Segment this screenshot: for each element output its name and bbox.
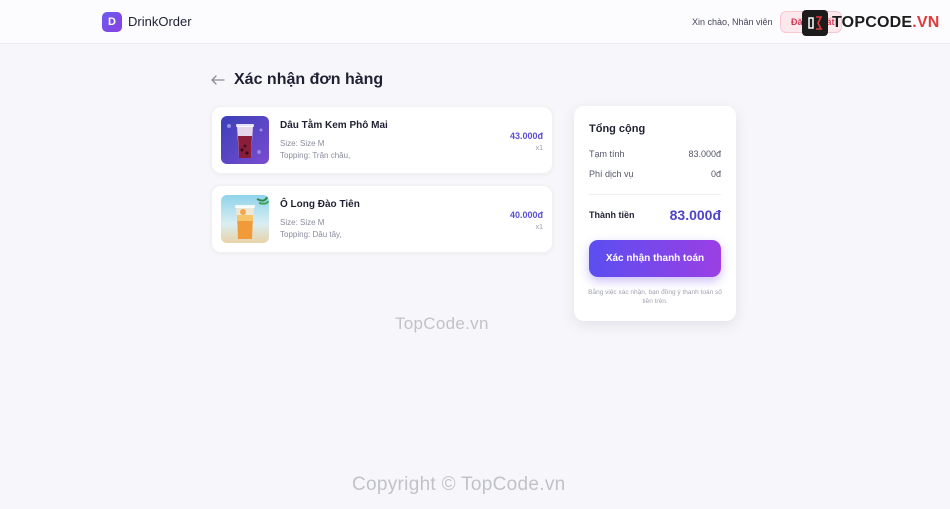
- watermark-logo-prefix: TOPCODE: [832, 14, 913, 31]
- total-value: 83.000đ: [669, 207, 721, 223]
- item-image: [221, 195, 269, 243]
- summary-divider: [589, 194, 721, 195]
- arrow-left-icon[interactable]: [210, 72, 226, 88]
- brand-name[interactable]: DrinkOrder: [128, 14, 192, 29]
- item-topping: Topping: Trân châu,: [280, 151, 351, 160]
- item-quantity: x1: [535, 145, 543, 152]
- item-size: Size: Size M: [280, 218, 325, 227]
- topcode-watermark-logo: TOPCODE.VN: [802, 9, 940, 37]
- summary-title: Tổng cộng: [589, 123, 646, 135]
- subtotal-label: Tạm tính: [589, 149, 625, 159]
- terms-note: Bằng việc xác nhận, bạn đồng ý thanh toá…: [588, 289, 722, 305]
- item-price: 40.000đ: [509, 210, 543, 220]
- confirm-payment-button[interactable]: Xác nhận thanh toán: [589, 240, 721, 277]
- item-topping: Topping: Dâu tây,: [280, 230, 342, 239]
- watermark-logo-suffix: .VN: [912, 14, 940, 31]
- subtotal-value: 83.000đ: [688, 149, 721, 159]
- user-greeting: Xin chào, Nhân viên: [692, 17, 773, 27]
- topcode-logo-icon: [802, 10, 828, 36]
- watermark-copyright: Copyright © TopCode.vn: [352, 474, 566, 495]
- item-size: Size: Size M: [280, 139, 325, 148]
- item-image: [221, 116, 269, 164]
- order-summary-panel: Tổng cộng Tạm tính 83.000đ Phí dịch vụ 0…: [574, 106, 736, 321]
- service-fee-label: Phí dịch vụ: [589, 169, 634, 179]
- order-item-card: Ô Long Đào Tiên Size: Size M Topping: Dâ…: [211, 185, 553, 253]
- total-label: Thành tiền: [589, 210, 635, 220]
- order-item-card: Dâu Tằm Kem Phô Mai Size: Size M Topping…: [211, 106, 553, 174]
- page-title: Xác nhận đơn hàng: [234, 71, 384, 88]
- service-fee-value: 0đ: [710, 169, 721, 179]
- watermark-center: TopCode.vn: [395, 314, 489, 333]
- item-name: Dâu Tằm Kem Phô Mai: [280, 120, 388, 131]
- logo-icon[interactable]: D: [102, 12, 122, 32]
- item-quantity: x1: [535, 224, 543, 231]
- item-name: Ô Long Đào Tiên: [280, 199, 360, 210]
- item-price: 43.000đ: [509, 131, 543, 141]
- top-navbar: D DrinkOrder Xin chào, Nhân viên Đăng xu…: [0, 0, 950, 44]
